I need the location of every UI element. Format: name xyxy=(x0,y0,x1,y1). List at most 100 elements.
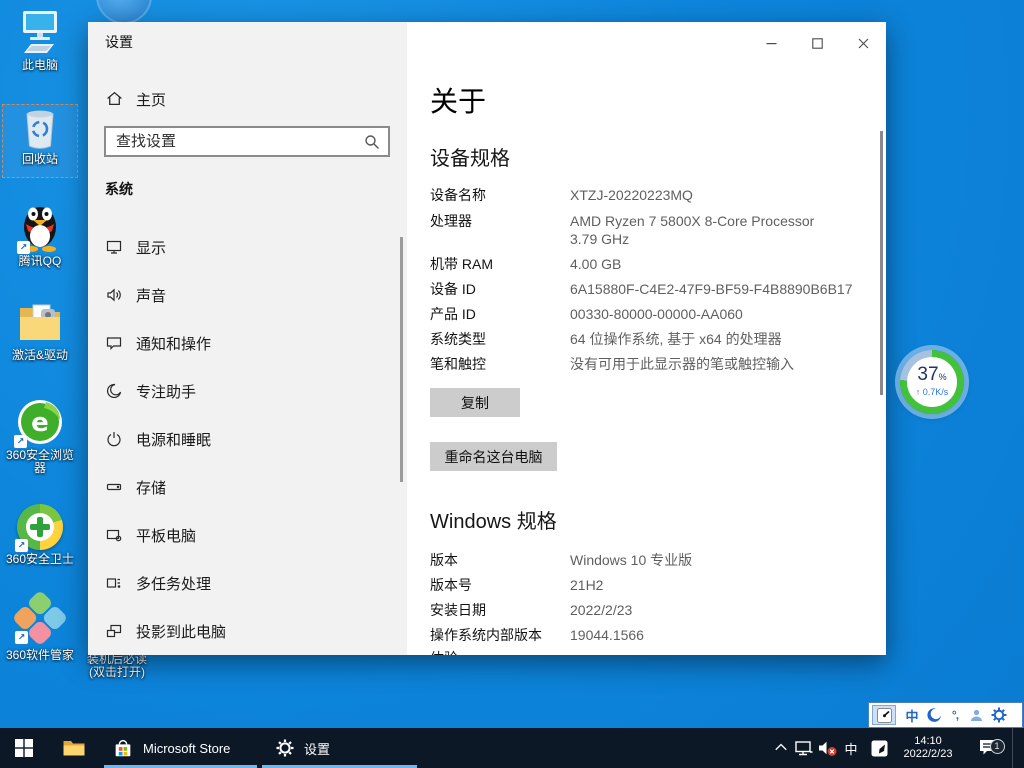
sidebar-section-label: 系统 xyxy=(105,179,133,199)
desktop-icon-360-software[interactable]: ↗ 360软件管家 xyxy=(2,596,78,662)
desktop-icon-label: 腾讯QQ xyxy=(2,255,78,268)
spec-row: 操作系统内部版本19044.1566 xyxy=(430,626,644,644)
rename-pc-button[interactable]: 重命名这台电脑 xyxy=(430,442,557,471)
maximize-icon xyxy=(812,38,823,49)
windows-spec-heading: Windows 规格 xyxy=(430,505,557,534)
taskbar-settings[interactable]: 设置 xyxy=(262,728,417,768)
sidebar-item-home[interactable]: 主页 xyxy=(88,82,407,116)
search-icon xyxy=(364,134,380,150)
sidebar-item-multitasking[interactable]: 多任务处理 xyxy=(88,559,407,607)
spec-row: 产品 ID00330-80000-00000-AA060 xyxy=(430,305,743,323)
sidebar-item-label: 多任务处理 xyxy=(136,573,211,594)
spec-row: 机带 RAM4.00 GB xyxy=(430,255,621,273)
sidebar-item-label: 平板电脑 xyxy=(136,525,196,546)
spec-label: 版本 xyxy=(430,551,570,569)
sidebar-scrollbar[interactable] xyxy=(400,237,403,482)
volume-muted-icon xyxy=(818,739,838,757)
network-icon xyxy=(795,740,813,757)
spec-value: 00330-80000-00000-AA060 xyxy=(570,305,743,323)
spec-label: 系统类型 xyxy=(430,330,570,348)
taskbar-store-label: Microsoft Store xyxy=(143,741,230,756)
spec-label: 操作系统内部版本 xyxy=(430,626,570,644)
start-button[interactable] xyxy=(4,728,44,768)
chevron-up-icon xyxy=(774,741,788,755)
spec-label: 机带 RAM xyxy=(430,255,570,273)
spec-row: 版本Windows 10 专业版 xyxy=(430,551,692,569)
settings-search-input[interactable] xyxy=(106,128,388,155)
settings-window: 设置 主页 系统 显示 xyxy=(88,22,886,655)
speed-widget[interactable]: 37% ↑ 0.7K/s xyxy=(900,350,964,414)
action-center-button[interactable]: 1 xyxy=(972,728,1006,768)
shortcut-arrow-icon: ↗ xyxy=(15,631,28,644)
desktop-icon-this-pc[interactable]: 此电脑 xyxy=(2,8,78,72)
tray-ime-mode[interactable]: 中 xyxy=(841,728,861,768)
person-icon xyxy=(969,708,984,723)
sidebar-item-notifications[interactable]: 通知和操作 xyxy=(88,319,407,367)
maximize-button[interactable] xyxy=(794,28,840,58)
sound-icon xyxy=(106,287,122,303)
ime-fullwidth-button[interactable] xyxy=(924,705,944,725)
ime-mode-button[interactable] xyxy=(872,705,896,725)
spec-value: 21H2 xyxy=(570,576,603,594)
360-browser-icon: e ↗ xyxy=(16,398,64,446)
gear-icon xyxy=(991,707,1007,723)
desktop-icon-activation-drivers[interactable]: 激活&驱动 xyxy=(2,300,78,362)
shortcut-arrow-icon: ↗ xyxy=(15,539,28,552)
spec-label: 设备 ID xyxy=(430,280,570,298)
desktop-icon-tencent-qq[interactable]: ↗ 腾讯QQ xyxy=(2,200,78,268)
spec-row: 设备名称XTZJ-20220223MQ xyxy=(430,186,693,204)
ime-toolbar: 中 °, xyxy=(868,702,1023,728)
desktop-icon-label: 激活&驱动 xyxy=(2,349,78,362)
desktop-icon-recycle-bin[interactable]: 回收站 xyxy=(2,108,78,166)
tray-overflow-button[interactable] xyxy=(770,728,792,768)
sidebar-item-tablet[interactable]: 平板电脑 xyxy=(88,511,407,559)
close-button[interactable] xyxy=(840,28,886,58)
copy-button[interactable]: 复制 xyxy=(430,388,520,417)
show-desktop-divider[interactable] xyxy=(1012,728,1013,768)
sidebar-item-focus-assist[interactable]: 专注助手 xyxy=(88,367,407,415)
network-speed: ↑ 0.7K/s xyxy=(907,387,957,397)
sidebar-item-projecting[interactable]: 投影到此电脑 xyxy=(88,607,407,655)
page-title: 关于 xyxy=(430,80,486,120)
sidebar-item-sound[interactable]: 声音 xyxy=(88,271,407,319)
tray-time: 14:10 xyxy=(898,735,958,748)
main-scrollbar[interactable] xyxy=(880,131,883,395)
window-title: 设置 xyxy=(105,32,133,52)
ime-settings-button[interactable] xyxy=(988,705,1010,725)
spec-value: Windows 10 专业版 xyxy=(570,551,692,569)
sidebar-item-label: 存储 xyxy=(136,477,166,498)
sidebar-item-display[interactable]: 显示 xyxy=(88,223,407,271)
sidebar-item-power-sleep[interactable]: 电源和睡眠 xyxy=(88,415,407,463)
ime-punctuation-button[interactable]: °, xyxy=(946,705,964,725)
spec-value: XTZJ-20220223MQ xyxy=(570,186,693,204)
spec-label: 体验 xyxy=(430,649,570,655)
projecting-icon xyxy=(106,623,122,639)
desktop-icon-360-safe[interactable]: ↗ 360安全卫士 xyxy=(2,504,78,566)
minimize-button[interactable] xyxy=(748,28,794,58)
tray-network-icon[interactable] xyxy=(792,728,816,768)
close-icon xyxy=(858,38,869,49)
usage-ring-inner: 37% ↑ 0.7K/s xyxy=(907,357,957,407)
sidebar-item-label: 声音 xyxy=(136,285,166,306)
settings-main: 关于 设备规格 设备名称XTZJ-20220223MQ 处理器AMD Ryzen… xyxy=(407,22,886,655)
spec-label: 版本号 xyxy=(430,576,570,594)
ime-person-button[interactable] xyxy=(966,705,986,725)
spec-row: 设备 ID6A15880F-C4E2-47F9-BF59-F4B8890B6B1… xyxy=(430,280,853,298)
file-explorer-button[interactable] xyxy=(54,728,94,768)
ime-language-button[interactable]: 中 xyxy=(902,705,922,725)
tablet-icon xyxy=(106,527,122,543)
tray-volume-icon[interactable] xyxy=(816,728,840,768)
settings-gear-icon xyxy=(276,739,294,757)
spec-row: 系统类型64 位操作系统, 基于 x64 的处理器 xyxy=(430,330,782,348)
360-safe-icon: ↗ xyxy=(17,504,63,550)
360-software-icon: ↗ xyxy=(17,596,63,646)
sidebar-item-label: 投影到此电脑 xyxy=(136,621,226,642)
spec-label: 安装日期 xyxy=(430,601,570,619)
desktop-icon-360-browser[interactable]: e ↗ 360安全浏览器 xyxy=(2,398,78,475)
tray-ime-indicator[interactable] xyxy=(866,728,892,768)
spec-value: 没有可用于此显示器的笔或触控输入 xyxy=(570,355,794,373)
tray-date: 2022/2/23 xyxy=(898,748,958,761)
taskbar-microsoft-store[interactable]: Microsoft Store xyxy=(104,728,257,768)
sidebar-item-storage[interactable]: 存储 xyxy=(88,463,407,511)
taskbar-clock[interactable]: 14:10 2022/2/23 xyxy=(898,728,958,768)
